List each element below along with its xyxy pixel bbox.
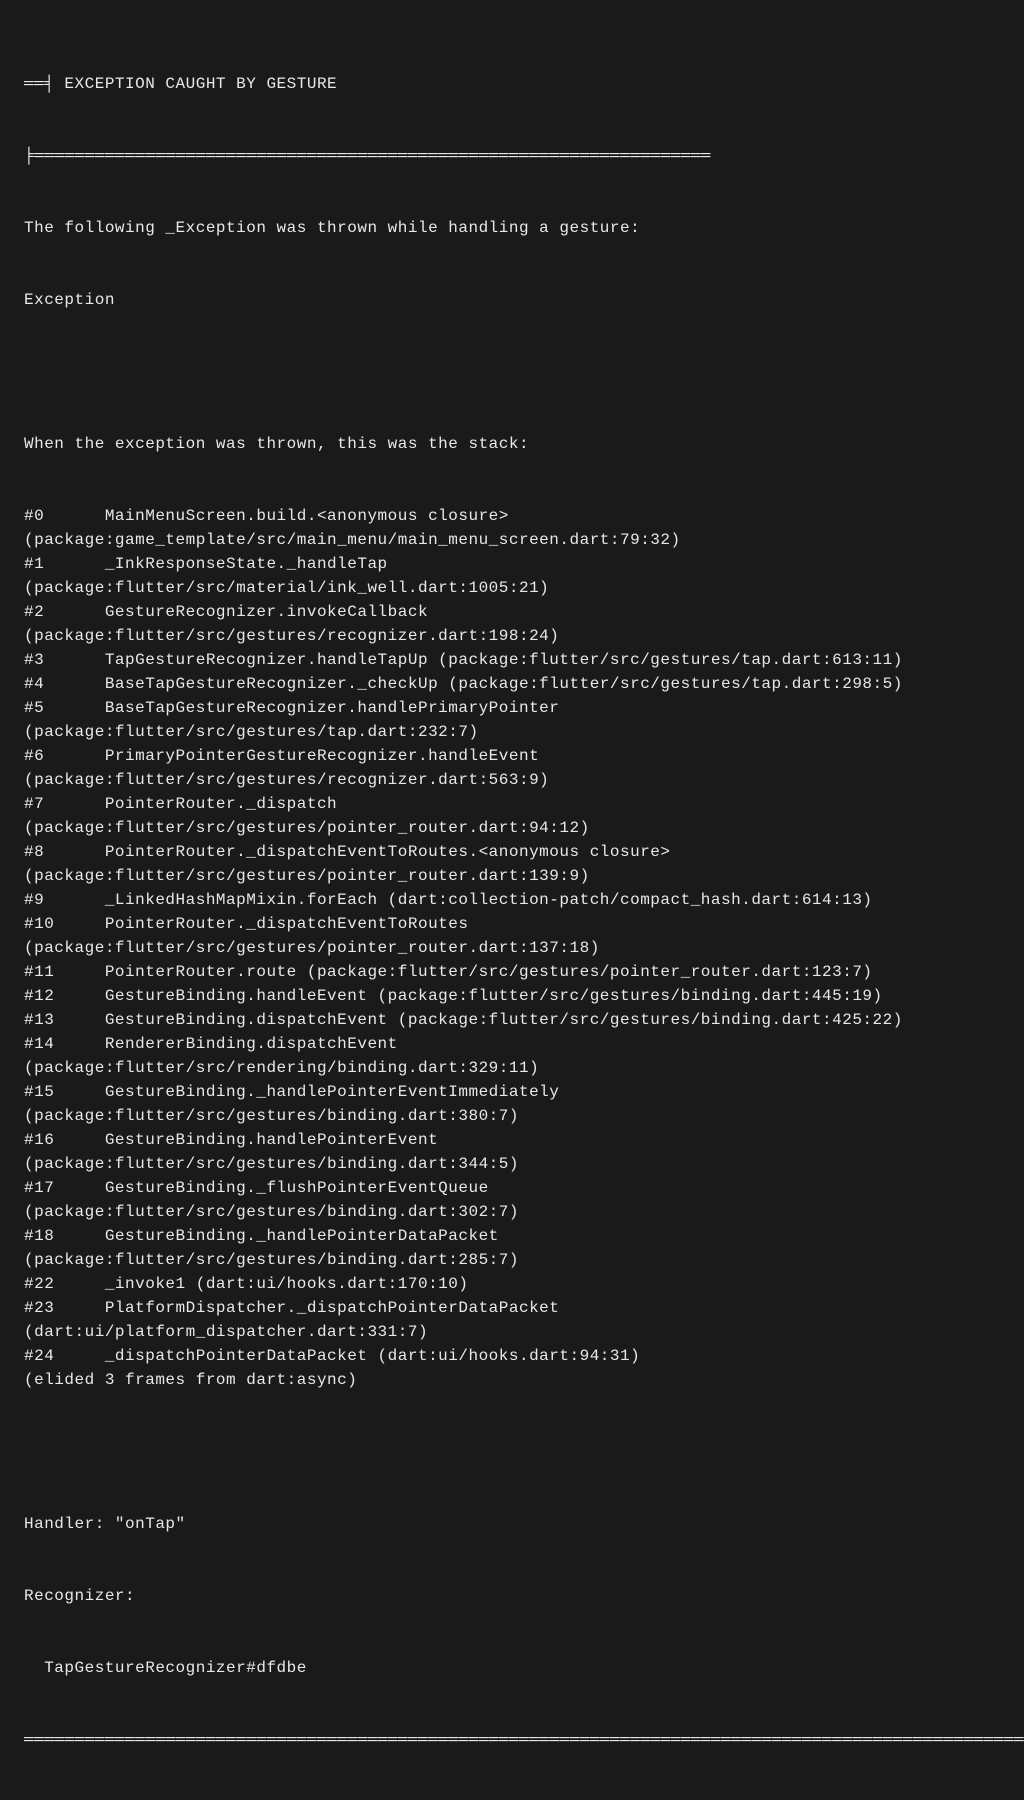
stack-frame-line: #10 PointerRouter._dispatchEventToRoutes — [24, 912, 1000, 936]
stack-frame-line: #5 BaseTapGestureRecognizer.handlePrimar… — [24, 696, 1000, 720]
header-title: EXCEPTION CAUGHT BY GESTURE — [64, 75, 337, 93]
stack-frame-line: #16 GestureBinding.handlePointerEvent — [24, 1128, 1000, 1152]
stack-frame-line: (package:flutter/src/gestures/binding.da… — [24, 1152, 1000, 1176]
stack-frame-line: #11 PointerRouter.route (package:flutter… — [24, 960, 1000, 984]
stack-frame-line: #14 RendererBinding.dispatchEvent — [24, 1032, 1000, 1056]
exception-header: ══╡ EXCEPTION CAUGHT BY GESTURE — [24, 72, 1000, 96]
stack-frame-line: #12 GestureBinding.handleEvent (package:… — [24, 984, 1000, 1008]
stack-frame-line: (package:flutter/src/gestures/binding.da… — [24, 1104, 1000, 1128]
stack-header: When the exception was thrown, this was … — [24, 432, 1000, 456]
stack-frame-line: #3 TapGestureRecognizer.handleTapUp (pac… — [24, 648, 1000, 672]
stack-frame-line: #2 GestureRecognizer.invokeCallback — [24, 600, 1000, 624]
stack-frame-line: (package:flutter/src/gestures/pointer_ro… — [24, 816, 1000, 840]
stack-frame-line: #9 _LinkedHashMapMixin.forEach (dart:col… — [24, 888, 1000, 912]
divider-top: ╞═══════════════════════════════════════… — [24, 144, 1000, 168]
stack-frame-line: #18 GestureBinding._handlePointerDataPac… — [24, 1224, 1000, 1248]
stack-frame-line: #1 _InkResponseState._handleTap — [24, 552, 1000, 576]
stack-frame-line: (package:flutter/src/gestures/recognizer… — [24, 624, 1000, 648]
divider-bottom: ════════════════════════════════════════… — [24, 1728, 1000, 1752]
stack-frame-line: (package:flutter/src/gestures/pointer_ro… — [24, 864, 1000, 888]
stack-frame-line: (elided 3 frames from dart:async) — [24, 1368, 1000, 1392]
stack-frame-line: #24 _dispatchPointerDataPacket (dart:ui/… — [24, 1344, 1000, 1368]
stack-frame-line: #6 PrimaryPointerGestureRecognizer.handl… — [24, 744, 1000, 768]
stack-frame-line: (package:flutter/src/gestures/binding.da… — [24, 1248, 1000, 1272]
header-prefix: ══╡ — [24, 75, 64, 93]
stack-frame-line: #15 GestureBinding._handlePointerEventIm… — [24, 1080, 1000, 1104]
handler-line: Handler: "onTap" — [24, 1512, 1000, 1536]
stack-frame-line: #4 BaseTapGestureRecognizer._checkUp (pa… — [24, 672, 1000, 696]
stack-frame-line: #17 GestureBinding._flushPointerEventQue… — [24, 1176, 1000, 1200]
stack-frame-line: #13 GestureBinding.dispatchEvent (packag… — [24, 1008, 1000, 1032]
stack-frame-line: #22 _invoke1 (dart:ui/hooks.dart:170:10) — [24, 1272, 1000, 1296]
blank-line — [24, 1440, 1000, 1464]
stack-frame-line: (package:flutter/src/material/ink_well.d… — [24, 576, 1000, 600]
stack-frame-line: (package:flutter/src/gestures/recognizer… — [24, 768, 1000, 792]
stack-frame-line: (dart:ui/platform_dispatcher.dart:331:7) — [24, 1320, 1000, 1344]
stack-frame-line: #0 MainMenuScreen.build.<anonymous closu… — [24, 504, 1000, 528]
stack-frame-line: (package:flutter/src/rendering/binding.d… — [24, 1056, 1000, 1080]
stack-frame-line: (package:flutter/src/gestures/binding.da… — [24, 1200, 1000, 1224]
intro-line-2: Exception — [24, 288, 1000, 312]
terminal-output: ══╡ EXCEPTION CAUGHT BY GESTURE ╞═══════… — [24, 24, 1000, 1776]
stack-frame-line: (package:flutter/src/gestures/tap.dart:2… — [24, 720, 1000, 744]
stack-frame-line: (package:game_template/src/main_menu/mai… — [24, 528, 1000, 552]
stack-frame-line: #23 PlatformDispatcher._dispatchPointerD… — [24, 1296, 1000, 1320]
stack-frame-line: #7 PointerRouter._dispatch — [24, 792, 1000, 816]
recognizer-value: TapGestureRecognizer#dfdbe — [24, 1656, 1000, 1680]
blank-line — [24, 360, 1000, 384]
stack-frames: #0 MainMenuScreen.build.<anonymous closu… — [24, 504, 1000, 1392]
intro-line-1: The following _Exception was thrown whil… — [24, 216, 1000, 240]
stack-frame-line: #8 PointerRouter._dispatchEventToRoutes.… — [24, 840, 1000, 864]
recognizer-label: Recognizer: — [24, 1584, 1000, 1608]
stack-frame-line: (package:flutter/src/gestures/pointer_ro… — [24, 936, 1000, 960]
